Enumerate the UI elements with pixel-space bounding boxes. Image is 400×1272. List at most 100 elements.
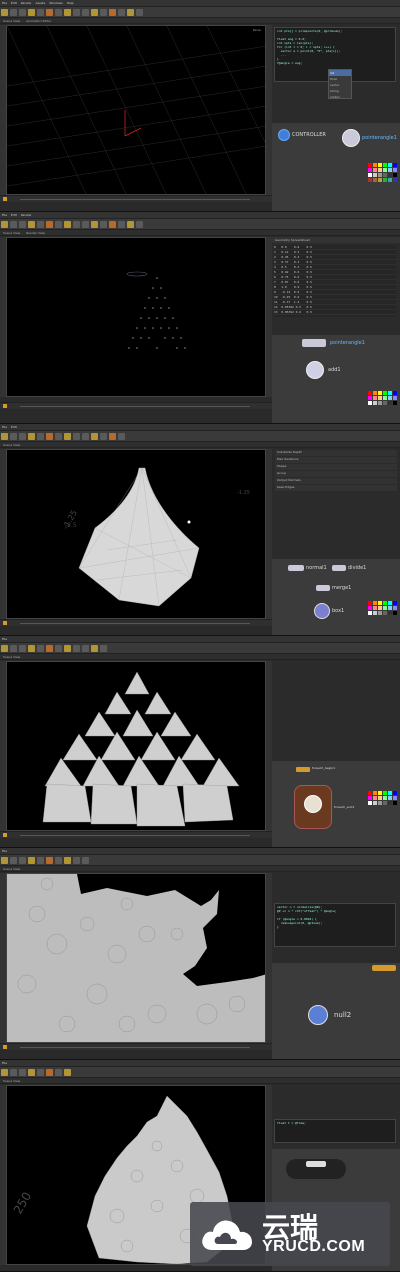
tool-icon[interactable]: [118, 433, 125, 440]
tool-icon[interactable]: [64, 645, 71, 652]
box-node[interactable]: [314, 603, 330, 619]
timeline-bar[interactable]: [20, 199, 250, 200]
tool-icon[interactable]: [55, 221, 62, 228]
timeline[interactable]: [0, 831, 272, 838]
tool-icon[interactable]: [19, 221, 26, 228]
menu-file[interactable]: File: [2, 849, 7, 853]
menu-file[interactable]: File: [2, 1, 7, 5]
tab-scene-view[interactable]: Scene View: [3, 443, 20, 447]
timeline[interactable]: [0, 195, 272, 202]
network-view[interactable]: normal1 divide1 merge1 box1: [272, 559, 400, 635]
tool-icon[interactable]: [19, 857, 26, 864]
tool-icon[interactable]: [37, 433, 44, 440]
tool-icon[interactable]: [28, 9, 35, 16]
tool-icon[interactable]: [55, 857, 62, 864]
divide-node[interactable]: [332, 565, 346, 571]
tool-icon[interactable]: [91, 433, 98, 440]
tool-icon[interactable]: [73, 857, 80, 864]
menu-help[interactable]: Help: [67, 1, 74, 5]
tool-icon[interactable]: [55, 433, 62, 440]
tool-icon[interactable]: [82, 9, 89, 16]
tool-icon[interactable]: [73, 433, 80, 440]
tool-icon[interactable]: [136, 9, 143, 16]
viewport-camera-label[interactable]: Persp: [253, 28, 261, 32]
menu-assets[interactable]: Assets: [36, 1, 46, 5]
tool-icon[interactable]: [91, 221, 98, 228]
tool-icon[interactable]: [55, 1069, 62, 1076]
tool-icon[interactable]: [100, 9, 107, 16]
tool-icon[interactable]: [82, 221, 89, 228]
tool-icon[interactable]: [1, 433, 8, 440]
tool-icon[interactable]: [46, 221, 53, 228]
menu-windows[interactable]: Windows: [49, 1, 62, 5]
tool-icon[interactable]: [1, 857, 8, 864]
timeline[interactable]: [0, 402, 272, 409]
param-row[interactable]: Group: [275, 471, 397, 477]
network-view[interactable]: CONTROLLER pointerangle1: [272, 123, 400, 211]
tool-icon[interactable]: [136, 221, 143, 228]
timeline-bar[interactable]: [20, 623, 250, 624]
timeline-bar[interactable]: [20, 835, 250, 836]
tool-icon[interactable]: [82, 433, 89, 440]
tool-icon[interactable]: [10, 645, 17, 652]
tool-icon[interactable]: [37, 221, 44, 228]
geometry-spreadsheet[interactable]: 0 0.0 0.0 0.5 1 0.12 0.3 0.5 2 0.25 0.3 …: [274, 245, 396, 317]
play-icon[interactable]: [3, 1045, 7, 1049]
tool-icon[interactable]: [46, 857, 53, 864]
menu-item[interactable]: matrix: [329, 94, 351, 100]
menu-file[interactable]: File: [2, 425, 7, 429]
tool-icon[interactable]: [91, 645, 98, 652]
tool-icon[interactable]: [64, 221, 71, 228]
network-view[interactable]: foreach_begin1 foreach_end1: [272, 761, 400, 847]
play-icon[interactable]: [3, 404, 7, 408]
tab-scene-view[interactable]: Scene View: [3, 867, 20, 871]
tool-icon[interactable]: [55, 645, 62, 652]
timeline[interactable]: [0, 1043, 272, 1050]
tool-icon[interactable]: [46, 1069, 53, 1076]
tab-animation[interactable]: Animation Editor: [26, 19, 51, 23]
add-node[interactable]: [306, 361, 324, 379]
tool-icon[interactable]: [100, 221, 107, 228]
merge-node[interactable]: [316, 585, 330, 591]
menu-render[interactable]: Render: [21, 1, 32, 5]
tool-icon[interactable]: [28, 221, 35, 228]
tool-icon[interactable]: [19, 9, 26, 16]
autocomplete-menu[interactable]: int float vector string matrix: [328, 69, 352, 99]
tool-icon[interactable]: [64, 1069, 71, 1076]
viewport-3d[interactable]: [6, 237, 266, 397]
tool-icon[interactable]: [19, 645, 26, 652]
tool-icon[interactable]: [10, 1069, 17, 1076]
tool-icon[interactable]: [64, 857, 71, 864]
menu-file[interactable]: File: [2, 213, 7, 217]
tool-icon[interactable]: [55, 9, 62, 16]
tool-icon[interactable]: [91, 9, 98, 16]
color-palette[interactable]: [368, 391, 397, 405]
tool-icon[interactable]: [46, 645, 53, 652]
tool-icon[interactable]: [37, 645, 44, 652]
tab-scene-view[interactable]: Scene View: [3, 19, 20, 23]
controller-node[interactable]: [278, 129, 290, 141]
tool-icon[interactable]: [10, 857, 17, 864]
tool-icon[interactable]: [19, 1069, 26, 1076]
param-row[interactable]: Keep Edges: [275, 485, 397, 491]
play-icon[interactable]: [3, 621, 7, 625]
null-node[interactable]: [308, 1005, 328, 1025]
tool-icon[interactable]: [109, 433, 116, 440]
menu-file[interactable]: File: [2, 1061, 7, 1065]
tool-icon[interactable]: [10, 433, 17, 440]
param-row[interactable]: Max Iterations: [275, 457, 397, 463]
tool-icon[interactable]: [37, 9, 44, 16]
network-view[interactable]: pointerangle1 add1: [272, 335, 400, 423]
param-row[interactable]: Subdivide Depth: [275, 450, 397, 456]
viewport-3d[interactable]: [6, 873, 266, 1043]
menu-edit[interactable]: Edit: [11, 425, 17, 429]
network-view[interactable]: null2: [272, 963, 400, 1059]
menu-file[interactable]: File: [2, 637, 7, 641]
tool-icon[interactable]: [73, 221, 80, 228]
color-palette[interactable]: [368, 791, 397, 805]
viewport-3d[interactable]: -1.25 -2.5 -1.25: [6, 449, 266, 619]
tool-icon[interactable]: [109, 221, 116, 228]
play-icon[interactable]: [3, 833, 7, 837]
tool-icon[interactable]: [118, 221, 125, 228]
radial-menu-item[interactable]: [306, 1161, 326, 1167]
